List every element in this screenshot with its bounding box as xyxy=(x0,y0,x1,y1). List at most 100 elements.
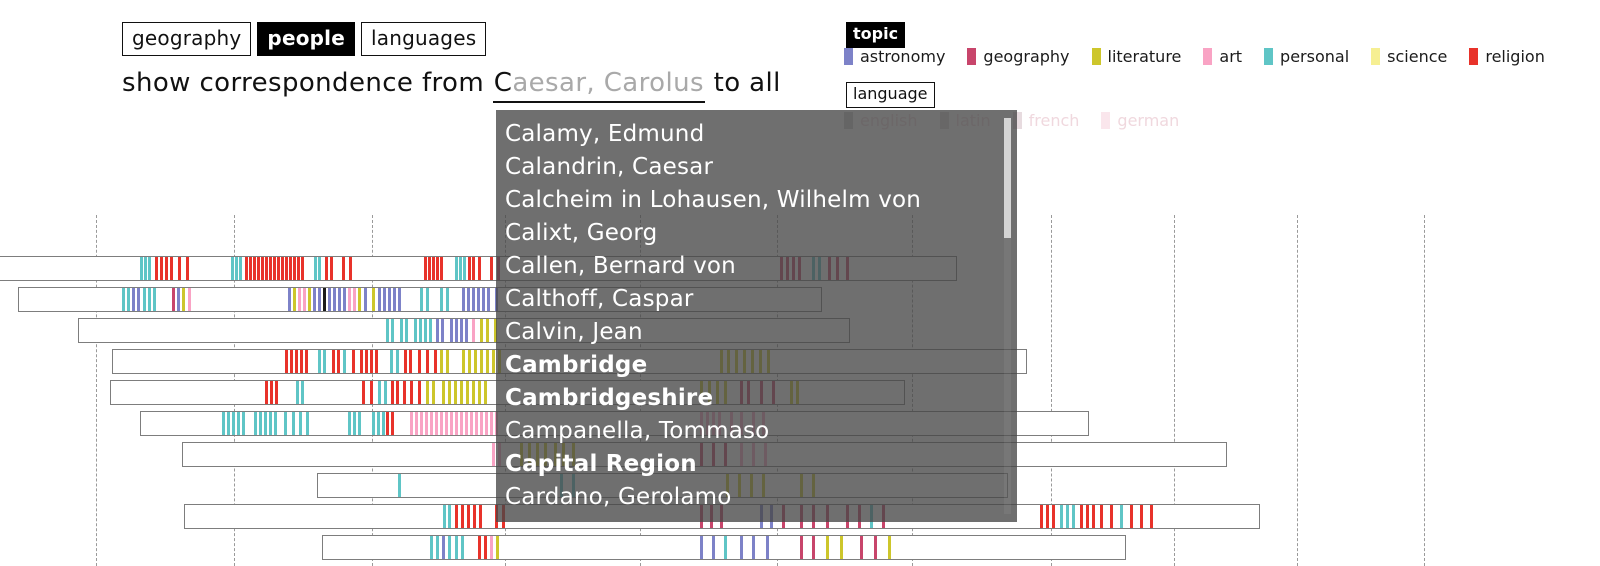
legend-item-astronomy[interactable]: astronomy xyxy=(844,48,945,65)
legend-item-personal[interactable]: personal xyxy=(1264,48,1349,65)
timeline-event-tick[interactable] xyxy=(740,536,743,559)
timeline-event-tick[interactable] xyxy=(330,257,333,280)
entity-autocomplete-dropdown[interactable]: Calamy, Edmund Calandrin, Caesar Calcheim … xyxy=(496,110,1017,522)
timeline-event-tick[interactable] xyxy=(429,319,432,342)
timeline-event-tick[interactable] xyxy=(432,381,435,404)
timeline-event-tick[interactable] xyxy=(318,350,321,373)
timeline-event-tick[interactable] xyxy=(396,350,399,373)
timeline-event-tick[interactable] xyxy=(372,412,375,435)
timeline-event-tick[interactable] xyxy=(232,412,235,435)
timeline-event-tick[interactable] xyxy=(292,412,295,435)
timeline-event-tick[interactable] xyxy=(297,257,300,280)
timeline-event-tick[interactable] xyxy=(143,288,146,311)
timeline-event-tick[interactable] xyxy=(301,257,304,280)
timeline-event-tick[interactable] xyxy=(148,257,151,280)
timeline-event-tick[interactable] xyxy=(424,257,427,280)
timeline-event-tick[interactable] xyxy=(405,319,408,342)
timeline-event-tick[interactable] xyxy=(418,381,421,404)
timeline-event-tick[interactable] xyxy=(448,505,451,528)
entity-search-input[interactable]: Caesar, Carolus xyxy=(492,66,705,103)
entity-dropdown-item[interactable]: Cambridge xyxy=(496,349,1017,382)
timeline-event-tick[interactable] xyxy=(410,381,413,404)
timeline-event-tick[interactable] xyxy=(466,381,469,404)
timeline-event-tick[interactable] xyxy=(382,412,385,435)
timeline-event-tick[interactable] xyxy=(445,412,448,435)
timeline-event-tick[interactable] xyxy=(305,350,308,373)
timeline-event-tick[interactable] xyxy=(296,381,299,404)
timeline-event-tick[interactable] xyxy=(353,412,356,435)
timeline-event-tick[interactable] xyxy=(478,381,481,404)
timeline-event-tick[interactable] xyxy=(460,319,463,342)
timeline-event-tick[interactable] xyxy=(231,257,234,280)
timeline-event-tick[interactable] xyxy=(479,505,482,528)
timeline-event-tick[interactable] xyxy=(378,381,381,404)
timeline-event-tick[interactable] xyxy=(360,350,363,373)
timeline-event-tick[interactable] xyxy=(400,319,403,342)
timeline-event-tick[interactable] xyxy=(455,257,458,280)
timeline-event-tick[interactable] xyxy=(396,381,399,404)
timeline-event-tick[interactable] xyxy=(269,257,272,280)
timeline-event-tick[interactable] xyxy=(349,257,352,280)
timeline-event-tick[interactable] xyxy=(298,288,301,311)
timeline-event-tick[interactable] xyxy=(348,288,351,311)
timeline-event-tick[interactable] xyxy=(186,257,189,280)
timeline-event-tick[interactable] xyxy=(1110,505,1113,528)
timeline-event-tick[interactable] xyxy=(435,412,438,435)
timeline-event-tick[interactable] xyxy=(455,505,458,528)
timeline-event-tick[interactable] xyxy=(473,505,476,528)
timeline-event-tick[interactable] xyxy=(440,350,443,373)
timeline-event-tick[interactable] xyxy=(442,381,445,404)
timeline-event-tick[interactable] xyxy=(860,536,863,559)
timeline-event-tick[interactable] xyxy=(391,381,394,404)
timeline-event-tick[interactable] xyxy=(465,319,468,342)
entity-dropdown-item[interactable]: Calandrin, Caesar xyxy=(496,151,1017,184)
timeline-event-tick[interactable] xyxy=(724,536,727,559)
timeline-event-tick[interactable] xyxy=(425,412,428,435)
entity-dropdown-item[interactable]: Calcheim in Lohausen, Wilhelm von xyxy=(496,184,1017,217)
timeline-event-tick[interactable] xyxy=(300,350,303,373)
timeline-event-tick[interactable] xyxy=(148,288,151,311)
timeline-event-tick[interactable] xyxy=(450,319,453,342)
entity-dropdown-item[interactable]: Calvin, Jean xyxy=(496,316,1017,349)
timeline-event-tick[interactable] xyxy=(377,412,380,435)
timeline-event-tick[interactable] xyxy=(227,412,230,435)
timeline-event-tick[interactable] xyxy=(440,412,443,435)
timeline-event-tick[interactable] xyxy=(140,257,143,280)
timeline-event-tick[interactable] xyxy=(436,257,439,280)
timeline-event-tick[interactable] xyxy=(277,257,280,280)
timeline-event-tick[interactable] xyxy=(333,288,336,311)
timeline-event-tick[interactable] xyxy=(434,350,437,373)
timeline-event-tick[interactable] xyxy=(338,288,341,311)
timeline-event-tick[interactable] xyxy=(1060,505,1063,528)
timeline-event-tick[interactable] xyxy=(182,288,185,311)
entity-dropdown-item[interactable]: Calthoff, Caspar xyxy=(496,283,1017,316)
timeline-event-tick[interactable] xyxy=(313,288,316,311)
timeline-event-tick[interactable] xyxy=(384,381,387,404)
timeline-event-tick[interactable] xyxy=(484,381,487,404)
entity-dropdown-item[interactable]: Calixt, Georg xyxy=(496,217,1017,250)
category-tab-people[interactable]: people xyxy=(257,22,355,56)
timeline-event-tick[interactable] xyxy=(474,350,477,373)
timeline-event-tick[interactable] xyxy=(410,412,413,435)
timeline-event-tick[interactable] xyxy=(418,350,421,373)
timeline-event-tick[interactable] xyxy=(888,536,891,559)
timeline-event-tick[interactable] xyxy=(375,350,378,373)
legend-topic-title[interactable]: topic xyxy=(846,22,906,48)
timeline-event-tick[interactable] xyxy=(295,350,298,373)
timeline-event-tick[interactable] xyxy=(378,288,381,311)
timeline-event-tick[interactable] xyxy=(468,350,471,373)
timeline-event-tick[interactable] xyxy=(461,536,464,559)
timeline-event-tick[interactable] xyxy=(480,319,483,342)
timeline-event-tick[interactable] xyxy=(323,350,326,373)
timeline-event-tick[interactable] xyxy=(419,319,422,342)
timeline-event-tick[interactable] xyxy=(358,288,361,311)
timeline-event-tick[interactable] xyxy=(281,257,284,280)
timeline-event-tick[interactable] xyxy=(364,288,367,311)
timeline-event-tick[interactable] xyxy=(1052,505,1055,528)
timeline-event-tick[interactable] xyxy=(448,381,451,404)
timeline-event-tick[interactable] xyxy=(430,536,433,559)
timeline-event-tick[interactable] xyxy=(463,257,466,280)
timeline-event-tick[interactable] xyxy=(478,257,481,280)
timeline-event-tick[interactable] xyxy=(712,536,715,559)
timeline-event-tick[interactable] xyxy=(436,536,439,559)
